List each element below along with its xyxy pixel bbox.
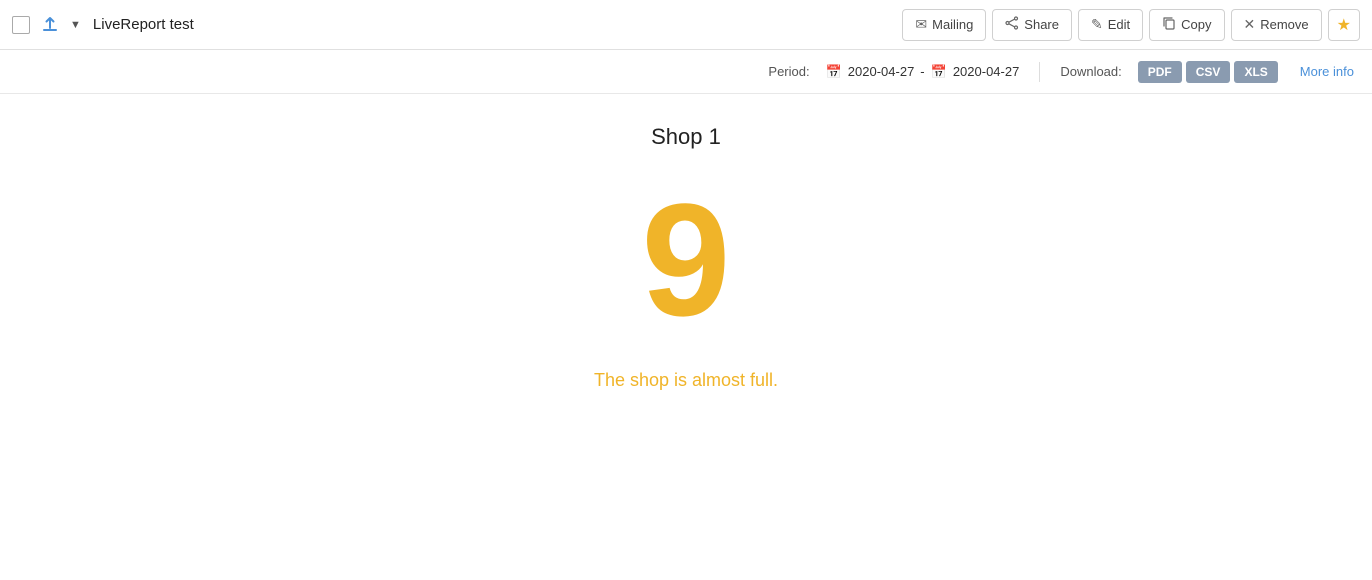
status-message: The shop is almost full.	[594, 370, 778, 391]
more-info-link[interactable]: More info	[1300, 64, 1354, 79]
copy-label: Copy	[1181, 17, 1211, 32]
select-checkbox[interactable]	[12, 16, 30, 34]
edit-button[interactable]: ✎ Edit	[1078, 9, 1143, 41]
copy-button[interactable]: Copy	[1149, 9, 1224, 41]
date-separator: -	[920, 64, 924, 79]
shop-title: Shop 1	[651, 124, 721, 150]
date-start: 2020-04-27	[848, 64, 915, 79]
star-icon: ★	[1337, 15, 1351, 35]
big-value: 9	[642, 180, 731, 340]
envelope-icon: ✉	[915, 16, 927, 33]
period-dates: 📅 2020-04-27 - 📅 2020-04-27	[826, 64, 1020, 80]
remove-label: Remove	[1260, 17, 1308, 32]
remove-button[interactable]: ✕ Remove	[1231, 9, 1322, 41]
close-icon: ✕	[1244, 16, 1256, 33]
pdf-button[interactable]: PDF	[1138, 61, 1182, 83]
mailing-button[interactable]: ✉ Mailing	[902, 9, 986, 41]
toolbar: ▼ LiveReport test ✉ Mailing Share ✎ Edit	[0, 0, 1372, 50]
vertical-divider	[1039, 62, 1040, 82]
dropdown-arrow-icon[interactable]: ▼	[70, 19, 81, 31]
download-buttons: PDF CSV XLS	[1138, 61, 1278, 83]
share-icon	[1005, 16, 1019, 33]
share-label: Share	[1024, 17, 1059, 32]
calendar-start-icon: 📅	[826, 64, 842, 80]
copy-icon	[1162, 16, 1176, 33]
edit-label: Edit	[1108, 17, 1130, 32]
mailing-label: Mailing	[932, 17, 973, 32]
period-label: Period:	[768, 64, 809, 79]
date-end: 2020-04-27	[953, 64, 1020, 79]
period-bar: Period: 📅 2020-04-27 - 📅 2020-04-27 Down…	[0, 50, 1372, 94]
calendar-end-icon: 📅	[931, 64, 947, 80]
csv-button[interactable]: CSV	[1186, 61, 1231, 83]
download-label: Download:	[1060, 64, 1121, 79]
main-content: Shop 1 9 The shop is almost full.	[0, 94, 1372, 580]
toolbar-right: ✉ Mailing Share ✎ Edit	[902, 9, 1360, 41]
share-button[interactable]: Share	[992, 9, 1072, 41]
xls-button[interactable]: XLS	[1234, 61, 1277, 83]
upload-icon[interactable]	[40, 15, 60, 35]
favorite-button[interactable]: ★	[1328, 9, 1360, 41]
toolbar-left: ▼ LiveReport test	[12, 15, 902, 35]
report-title: LiveReport test	[93, 16, 194, 33]
pencil-icon: ✎	[1091, 16, 1103, 33]
